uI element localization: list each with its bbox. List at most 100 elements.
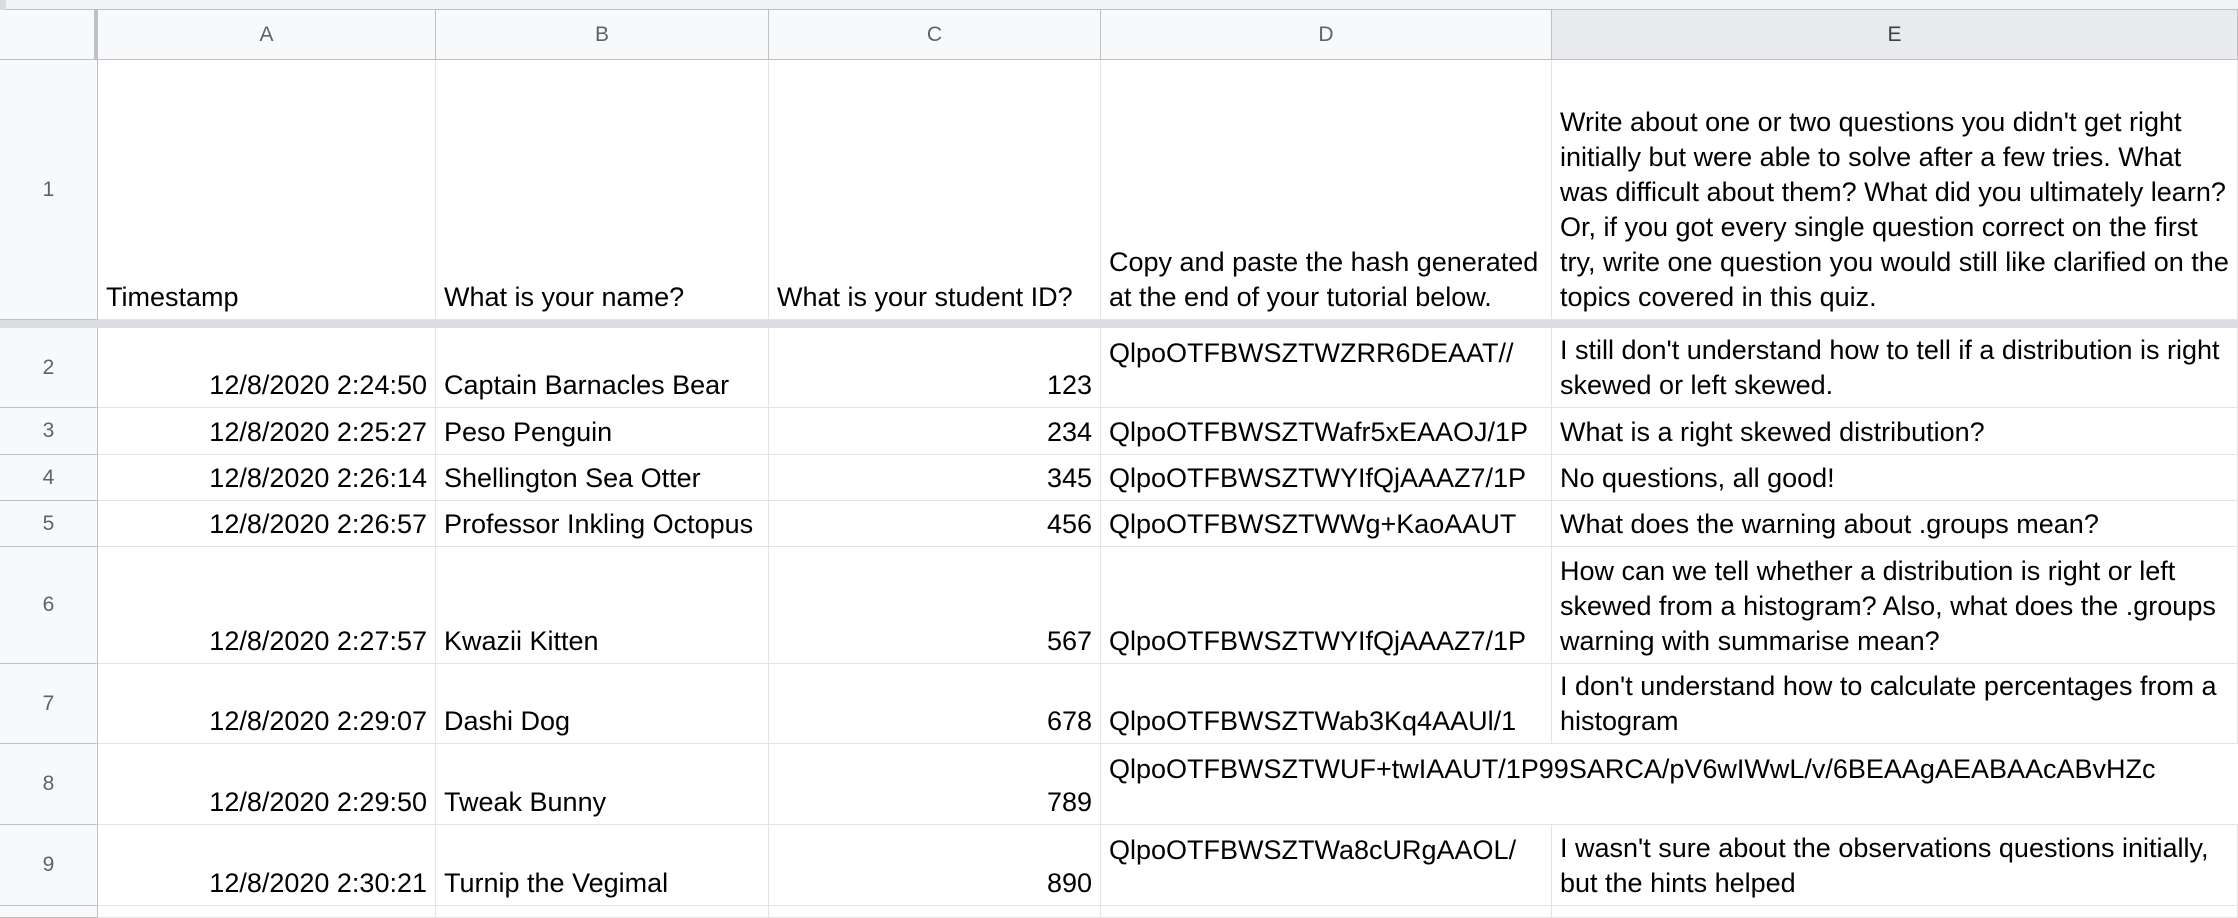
cell-d7[interactable]: QlpoOTFBWSZTWab3Kq4AAUl/1 bbox=[1101, 664, 1552, 744]
cell-a7[interactable]: 12/8/2020 2:29:07 bbox=[98, 664, 436, 744]
cell-text: What is your name? bbox=[444, 282, 685, 312]
cell-c9[interactable]: 890 bbox=[769, 825, 1101, 906]
cell-c6[interactable]: 567 bbox=[769, 547, 1101, 664]
cell-b10[interactable] bbox=[436, 906, 769, 918]
row-header-8[interactable]: 8 bbox=[0, 744, 98, 825]
cell-c7[interactable]: 678 bbox=[769, 664, 1101, 744]
column-header-b[interactable]: B bbox=[436, 10, 769, 60]
cell-a8[interactable]: 12/8/2020 2:29:50 bbox=[98, 744, 436, 825]
cell-text: 12/8/2020 2:26:14 bbox=[209, 463, 427, 493]
cell-text: Kwazii Kitten bbox=[444, 626, 599, 656]
cell-d2[interactable]: QlpoOTFBWSZTWZRR6DEAAT// bbox=[1101, 328, 1552, 408]
cell-e7[interactable]: I don't understand how to calculate perc… bbox=[1552, 664, 2238, 744]
cell-text: 12/8/2020 2:25:27 bbox=[209, 417, 427, 447]
cell-text: 12/8/2020 2:29:07 bbox=[209, 706, 427, 736]
cell-a2[interactable]: 12/8/2020 2:24:50 bbox=[98, 328, 436, 408]
cell-text: 234 bbox=[1046, 417, 1092, 447]
cell-b8[interactable]: Tweak Bunny bbox=[436, 744, 769, 825]
cell-text: QlpoOTFBWSZTWab3Kq4AAUl/1 bbox=[1109, 706, 1517, 736]
cell-e2[interactable]: I still don't understand how to tell if … bbox=[1552, 328, 2238, 408]
cell-text: Timestamp bbox=[106, 282, 239, 312]
cell-a6[interactable]: 12/8/2020 2:27:57 bbox=[98, 547, 436, 664]
cell-d6[interactable]: QlpoOTFBWSZTWYIfQjAAAZ7/1P bbox=[1101, 547, 1552, 664]
cell-b9[interactable]: Turnip the Vegimal bbox=[436, 825, 769, 906]
cell-e10[interactable] bbox=[1552, 906, 2238, 918]
cell-b1[interactable]: What is your name? bbox=[436, 60, 769, 320]
row-header-4[interactable]: 4 bbox=[0, 455, 98, 501]
cell-text: 12/8/2020 2:24:50 bbox=[209, 370, 427, 400]
cell-text: What is your student ID? bbox=[777, 282, 1073, 312]
cell-d10[interactable] bbox=[1101, 906, 1552, 918]
cell-a3[interactable]: 12/8/2020 2:25:27 bbox=[98, 408, 436, 455]
cell-b6[interactable]: Kwazii Kitten bbox=[436, 547, 769, 664]
cell-d4[interactable]: QlpoOTFBWSZTWYIfQjAAAZ7/1P bbox=[1101, 455, 1552, 501]
column-header-a[interactable]: A bbox=[98, 10, 436, 60]
column-header-d[interactable]: D bbox=[1101, 10, 1552, 60]
cell-text: Peso Penguin bbox=[444, 417, 613, 447]
cell-text: I don't understand how to calculate perc… bbox=[1560, 671, 2217, 736]
cell-text: QlpoOTFBWSZTWUF+twIAAUT/1P99SARCA/pV6wIW… bbox=[1109, 754, 2156, 784]
cell-a10[interactable] bbox=[98, 906, 436, 918]
row-freeze-bar[interactable] bbox=[0, 320, 2238, 328]
cell-text: 890 bbox=[1046, 868, 1092, 898]
cell-text: 567 bbox=[1046, 626, 1092, 656]
cell-a1[interactable]: Timestamp bbox=[98, 60, 436, 320]
cell-text: 12/8/2020 2:29:50 bbox=[209, 787, 427, 817]
cell-text: Dashi Dog bbox=[444, 706, 571, 736]
column-header-e[interactable]: E bbox=[1552, 10, 2238, 60]
cell-text: QlpoOTFBWSZTWWg+KaoAAUT bbox=[1109, 509, 1517, 539]
cell-e6[interactable]: How can we tell whether a distribution i… bbox=[1552, 547, 2238, 664]
cell-a5[interactable]: 12/8/2020 2:26:57 bbox=[98, 501, 436, 547]
cell-text: QlpoOTFBWSZTWYIfQjAAAZ7/1P bbox=[1109, 463, 1527, 493]
column-header-c[interactable]: C bbox=[769, 10, 1101, 60]
cell-text: I wasn't sure about the observations que… bbox=[1560, 833, 2209, 898]
row-header-7[interactable]: 7 bbox=[0, 664, 98, 744]
row-header-1[interactable]: 1 bbox=[0, 60, 98, 320]
cell-b2[interactable]: Captain Barnacles Bear bbox=[436, 328, 769, 408]
cell-e3[interactable]: What is a right skewed distribution? bbox=[1552, 408, 2238, 455]
cell-c3[interactable]: 234 bbox=[769, 408, 1101, 455]
cell-d9[interactable]: QlpoOTFBWSZTWa8cURgAAOL/ bbox=[1101, 825, 1552, 906]
cell-c8[interactable]: 789 bbox=[769, 744, 1101, 825]
cell-d1[interactable]: Copy and paste the hash generated at the… bbox=[1101, 60, 1552, 320]
cell-text: 678 bbox=[1046, 706, 1092, 736]
cell-text: 456 bbox=[1046, 509, 1092, 539]
row-header-2[interactable]: 2 bbox=[0, 328, 98, 408]
cell-text: Shellington Sea Otter bbox=[444, 463, 701, 493]
cell-c10[interactable] bbox=[769, 906, 1101, 918]
cell-d8[interactable]: QlpoOTFBWSZTWUF+twIAAUT/1P99SARCA/pV6wIW… bbox=[1101, 744, 2156, 825]
cell-e4[interactable]: No questions, all good! bbox=[1552, 455, 2238, 501]
cell-a9[interactable]: 12/8/2020 2:30:21 bbox=[98, 825, 436, 906]
cell-b7[interactable]: Dashi Dog bbox=[436, 664, 769, 744]
cell-text: 12/8/2020 2:30:21 bbox=[209, 868, 427, 898]
cell-text: 123 bbox=[1046, 370, 1092, 400]
cell-text: 12/8/2020 2:27:57 bbox=[209, 626, 427, 656]
row-header-6[interactable]: 6 bbox=[0, 547, 98, 664]
cell-text: Copy and paste the hash generated at the… bbox=[1109, 247, 1539, 312]
cell-c2[interactable]: 123 bbox=[769, 328, 1101, 408]
row-header-3[interactable]: 3 bbox=[0, 408, 98, 455]
row-header-5[interactable]: 5 bbox=[0, 501, 98, 547]
cell-text: Tweak Bunny bbox=[444, 787, 607, 817]
cell-d3[interactable]: QlpoOTFBWSZTWafr5xEAAOJ/1P bbox=[1101, 408, 1552, 455]
cell-e5[interactable]: What does the warning about .groups mean… bbox=[1552, 501, 2238, 547]
cell-text: How can we tell whether a distribution i… bbox=[1560, 556, 2216, 656]
cell-text: 12/8/2020 2:26:57 bbox=[209, 509, 427, 539]
cell-e1[interactable]: Write about one or two questions you did… bbox=[1552, 60, 2238, 320]
cell-b5[interactable]: Professor Inkling Octopus bbox=[436, 501, 769, 547]
cell-c1[interactable]: What is your student ID? bbox=[769, 60, 1101, 320]
cell-text: 345 bbox=[1046, 463, 1092, 493]
cell-a4[interactable]: 12/8/2020 2:26:14 bbox=[98, 455, 436, 501]
cell-c5[interactable]: 456 bbox=[769, 501, 1101, 547]
cell-d5[interactable]: QlpoOTFBWSZTWWg+KaoAAUT bbox=[1101, 501, 1552, 547]
cell-b3[interactable]: Peso Penguin bbox=[436, 408, 769, 455]
cell-e9[interactable]: I wasn't sure about the observations que… bbox=[1552, 825, 2238, 906]
row-header-10[interactable] bbox=[0, 906, 98, 918]
select-all-corner[interactable] bbox=[0, 10, 98, 60]
cell-b4[interactable]: Shellington Sea Otter bbox=[436, 455, 769, 501]
row-header-9[interactable]: 9 bbox=[0, 825, 98, 906]
cell-text: Captain Barnacles Bear bbox=[444, 370, 730, 400]
cell-c4[interactable]: 345 bbox=[769, 455, 1101, 501]
cell-text: 789 bbox=[1046, 787, 1092, 817]
cell-text: Write about one or two questions you did… bbox=[1560, 107, 2229, 312]
